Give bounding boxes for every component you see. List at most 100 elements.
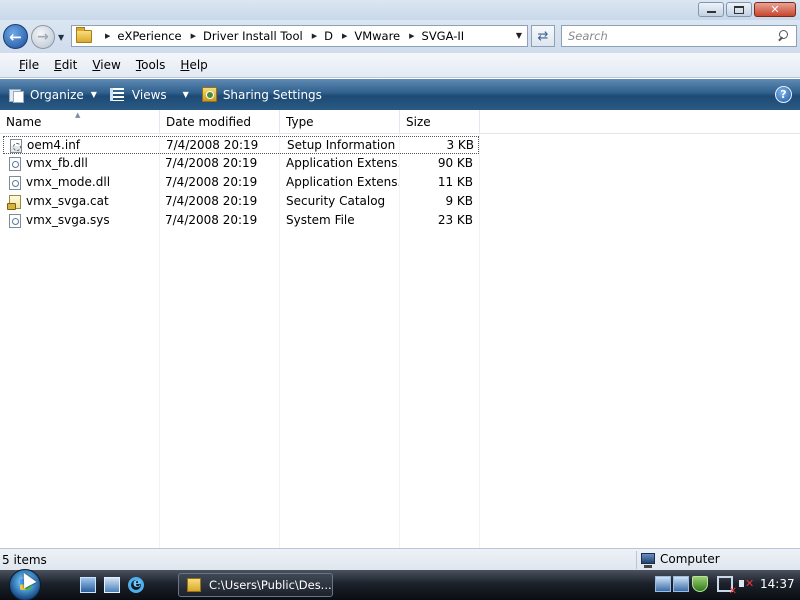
column-header-label: Date modified — [166, 115, 252, 129]
breadcrumb-item[interactable]: D — [324, 29, 333, 43]
minimize-button[interactable] — [698, 2, 724, 17]
taskbar-window-label: C:\Users\Public\Des... — [209, 578, 332, 592]
volume-muted-icon[interactable] — [737, 576, 754, 592]
sharing-icon — [201, 87, 217, 102]
catalog-file-icon — [7, 195, 21, 210]
breadcrumb-separator-icon[interactable]: ▶ — [105, 32, 110, 40]
close-button[interactable]: ✕ — [754, 2, 796, 17]
file-type: Application Extens... — [286, 175, 399, 189]
file-size: 90 KB — [437, 156, 473, 170]
clock[interactable]: 14:37 — [760, 577, 795, 591]
file-row[interactable]: vmx_fb.dll 7/4/2008 20:19 Application Ex… — [3, 155, 479, 173]
status-bar: 5 items Computer — [0, 548, 800, 570]
navigation-bar: ← → ▼ ▶ eXPerience ▶ Driver Install Tool… — [0, 20, 800, 53]
breadcrumb-item[interactable]: Driver Install Tool — [203, 29, 303, 43]
breadcrumb-separator-icon[interactable]: ▶ — [191, 32, 196, 40]
views-button[interactable]: Views ▼ — [109, 87, 189, 102]
menu-tools[interactable]: Tools — [136, 58, 166, 72]
file-row[interactable]: vmx_svga.sys 7/4/2008 20:19 System File … — [3, 212, 479, 230]
column-header-type[interactable]: Type — [280, 110, 400, 134]
breadcrumb-item[interactable]: eXPerience — [117, 29, 181, 43]
sharing-settings-button[interactable]: Sharing Settings — [201, 87, 322, 102]
column-divider — [479, 134, 480, 548]
column-header-date[interactable]: Date modified — [160, 110, 280, 134]
taskbar-window-button[interactable]: C:\Users\Public\Des... — [178, 573, 333, 597]
file-size: 11 KB — [437, 175, 473, 189]
search-input[interactable]: Search — [568, 29, 775, 43]
file-type: Setup Information — [287, 138, 396, 152]
dll-file-icon — [9, 176, 21, 190]
file-date: 7/4/2008 20:19 — [165, 175, 258, 189]
breadcrumb-item[interactable]: SVGA-II — [422, 29, 465, 43]
file-row[interactable]: vmx_mode.dll 7/4/2008 20:19 Application … — [3, 174, 479, 192]
maximize-button[interactable] — [726, 2, 752, 17]
folder-icon — [76, 26, 92, 43]
command-bar: Organize ▼ Views ▼ Sharing Settings ? — [0, 79, 800, 110]
back-button[interactable]: ← — [3, 24, 28, 49]
file-name: vmx_mode.dll — [26, 175, 111, 189]
security-shield-icon[interactable] — [692, 576, 708, 592]
breadcrumb: ▶ eXPerience ▶ Driver Install Tool ▶ D ▶… — [96, 29, 464, 43]
file-date: 7/4/2008 20:19 — [165, 156, 258, 170]
column-header-label: Size — [406, 115, 431, 129]
file-name: vmx_fb.dll — [26, 156, 88, 170]
back-arrow-icon: ← — [9, 27, 22, 46]
help-icon[interactable]: ? — [775, 86, 792, 103]
breadcrumb-separator-icon[interactable]: ▶ — [342, 32, 347, 40]
organize-label: Organize — [30, 87, 84, 102]
file-date: 7/4/2008 20:19 — [165, 213, 258, 227]
file-list: Name ▲ Date modified Type Size oem4.inf … — [0, 110, 800, 548]
file-name: vmx_svga.cat — [26, 194, 109, 208]
forward-button[interactable]: → — [31, 25, 55, 49]
breadcrumb-item[interactable]: VMware — [354, 29, 400, 43]
status-divider — [636, 551, 637, 569]
file-name: oem4.inf — [27, 138, 81, 152]
menu-view[interactable]: View — [92, 58, 120, 72]
breadcrumb-separator-icon[interactable]: ▶ — [312, 32, 317, 40]
network-disconnected-icon[interactable] — [717, 576, 737, 597]
chevron-down-icon[interactable]: ▼ — [183, 90, 189, 99]
sharing-settings-label: Sharing Settings — [222, 87, 322, 102]
column-header-name[interactable]: Name ▲ — [0, 110, 160, 134]
column-header-size[interactable]: Size — [400, 110, 480, 134]
computer-icon — [641, 553, 655, 568]
sys-file-icon — [9, 214, 21, 228]
window-controls: ✕ — [698, 2, 796, 17]
column-headers: Name ▲ Date modified Type Size — [0, 110, 800, 134]
internet-explorer-icon[interactable] — [128, 576, 144, 593]
show-desktop-icon[interactable] — [80, 577, 96, 593]
organize-button[interactable]: Organize ▼ — [8, 87, 97, 103]
search-icon[interactable] — [775, 27, 793, 45]
minimize-icon — [706, 11, 716, 13]
network-status-icon[interactable] — [655, 576, 671, 592]
menu-help[interactable]: Help — [180, 58, 207, 72]
title-bar: ✕ — [0, 0, 800, 20]
file-name: vmx_svga.sys — [26, 213, 110, 227]
file-size: 3 KB — [446, 138, 474, 152]
column-header-label: Name — [6, 115, 42, 129]
network-connection-icon[interactable] — [673, 576, 689, 592]
menu-edit[interactable]: Edit — [54, 58, 77, 72]
menu-file[interactable]: File — [19, 58, 39, 72]
refresh-button[interactable]: ⇄ — [531, 25, 555, 47]
file-row[interactable]: oem4.inf 7/4/2008 20:19 Setup Informatio… — [3, 136, 479, 154]
close-icon: ✕ — [770, 3, 780, 16]
dll-file-icon — [9, 157, 21, 171]
file-row[interactable]: vmx_svga.cat 7/4/2008 20:19 Security Cat… — [3, 193, 479, 211]
location-label: Computer — [660, 552, 720, 566]
file-date: 7/4/2008 20:19 — [166, 138, 259, 152]
item-count: 5 items — [2, 552, 47, 567]
recent-pages-dropdown[interactable]: ▼ — [58, 33, 64, 42]
views-label: Views — [131, 87, 167, 102]
switch-windows-icon[interactable] — [104, 577, 120, 593]
inf-file-icon — [10, 139, 22, 153]
menu-bar: File Edit View Tools Help — [0, 53, 800, 78]
address-dropdown-icon[interactable]: ▼ — [516, 31, 522, 40]
breadcrumb-separator-icon[interactable]: ▶ — [409, 32, 414, 40]
address-bar[interactable]: ▶ eXPerience ▶ Driver Install Tool ▶ D ▶… — [71, 25, 528, 47]
chevron-down-icon: ▼ — [90, 90, 97, 99]
views-icon — [109, 88, 124, 101]
file-size: 23 KB — [437, 213, 473, 227]
file-type: Security Catalog — [286, 194, 386, 208]
search-box[interactable]: Search — [561, 25, 797, 47]
